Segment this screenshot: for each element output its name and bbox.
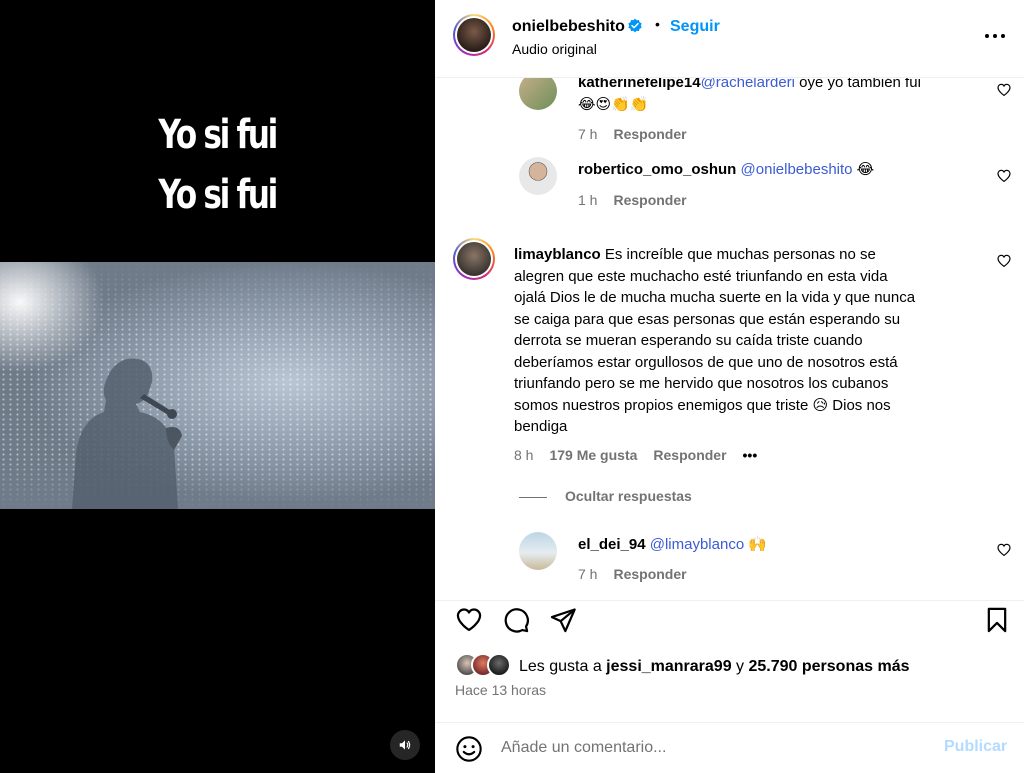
publish-button[interactable]: Publicar — [944, 738, 1007, 756]
likes-middle: y — [731, 658, 749, 675]
bookmark-icon[interactable] — [983, 606, 1011, 634]
comment-username[interactable]: limayblanco — [514, 246, 601, 263]
hide-replies-label: Ocultar respuestas — [565, 488, 692, 504]
comment-meta: 7 h Responder — [578, 126, 703, 142]
comment-username[interactable]: el_dei_94 — [578, 536, 646, 553]
comment-time[interactable]: 8 h — [514, 447, 533, 463]
lyric-line-1: Yo si fui — [158, 112, 278, 158]
comment-line: alegren que este muchacho esté triunfand… — [514, 267, 888, 285]
comment-text: robertico_omo_oshun @onielbebeshito 😂 — [578, 159, 973, 181]
post-panel: onielbebeshito • Seguir Audio original k… — [435, 0, 1024, 773]
add-comment-bar: Publicar — [435, 722, 1024, 773]
comment-username[interactable]: robertico_omo_oshun — [578, 161, 736, 178]
post-header: onielbebeshito • Seguir Audio original — [435, 0, 1024, 78]
comment-line: ojalá Dios le de mucha mucha suerte en l… — [514, 289, 916, 306]
comment-line: se caiga para que esas personas que está… — [514, 310, 901, 328]
lyric-line-2: Yo si fui — [158, 172, 278, 218]
comment-time[interactable]: 7 h — [578, 566, 597, 582]
concert-frame — [0, 262, 435, 509]
audio-label[interactable]: Audio original — [512, 41, 597, 57]
crowd-lights — [0, 262, 435, 509]
comment-line: bendiga — [514, 418, 568, 435]
comment-line: derrota se mueran esperando su caída tri… — [514, 332, 863, 349]
author-avatar[interactable] — [453, 14, 495, 56]
comment-line: Es increíble que muchas personas no se — [604, 246, 876, 263]
likes-prefix: Les gusta a — [519, 658, 607, 675]
comment-text: limayblanco Es increíble que muchas pers… — [514, 244, 984, 438]
comment-body: 😂 — [852, 161, 875, 178]
comment-line: triunfando pero se me hervido que nosotr… — [514, 375, 889, 392]
verified-icon — [628, 18, 642, 33]
reel-video[interactable]: Yo si fui Yo si fui — [0, 0, 435, 773]
comment-meta: 8 h 179 Me gusta Responder ••• — [514, 447, 773, 463]
comment-time[interactable]: 1 h — [578, 192, 597, 208]
comment-like-count[interactable]: 179 Me gusta — [549, 447, 637, 463]
speaker-icon — [399, 740, 411, 750]
heart-icon[interactable] — [996, 253, 1012, 269]
emoji-icon[interactable] — [455, 735, 483, 763]
hide-replies-button[interactable]: Ocultar respuestas — [519, 488, 692, 504]
author-username[interactable]: onielbebeshito — [512, 18, 625, 36]
comment-line: deberíamos estar orgullosos de que uno d… — [514, 353, 898, 371]
follow-button[interactable]: Seguir — [670, 18, 720, 36]
comment-meta: 7 h Responder — [578, 566, 703, 582]
liker-username[interactable]: jessi_manrara99 — [606, 658, 731, 675]
comment-body: 🙌 — [744, 536, 768, 553]
header-separator: • — [655, 16, 660, 32]
reply-button[interactable]: Responder — [613, 126, 686, 142]
likes-summary: Les gusta a jessi_manrara99 y 25.790 per… — [519, 658, 910, 676]
comments-list[interactable]: katherinefelipe14@rachelarderi oye yo ta… — [435, 60, 1024, 600]
commenter-avatar[interactable] — [453, 238, 495, 280]
reply-button[interactable]: Responder — [613, 192, 686, 208]
comment-text: el_dei_94 @limayblanco 🙌 — [578, 534, 973, 556]
heart-icon[interactable] — [996, 168, 1012, 184]
reply-button[interactable]: Responder — [653, 447, 726, 463]
comment-body-line2: 😂😍👏👏 — [578, 95, 649, 113]
liker-avatar — [487, 653, 511, 677]
more-options-icon[interactable] — [983, 26, 1007, 46]
comment-icon[interactable] — [502, 606, 530, 634]
comment-text: katherinefelipe14@rachelarderi oye yo ta… — [578, 72, 973, 115]
mute-toggle-button[interactable] — [390, 730, 420, 760]
comment-mention[interactable]: @limayblanco — [650, 536, 744, 553]
comment-line: somos nuestros propios enemigos que tris… — [514, 396, 891, 414]
replies-divider — [519, 496, 547, 498]
comment-meta: 1 h Responder — [578, 192, 703, 208]
comment-more-button[interactable]: ••• — [743, 447, 758, 463]
heart-icon[interactable] — [996, 82, 1012, 98]
share-icon[interactable] — [549, 606, 577, 634]
heart-icon[interactable] — [455, 606, 483, 634]
comment-input[interactable] — [501, 735, 921, 761]
commenter-avatar[interactable] — [519, 532, 557, 570]
comment-mention[interactable]: @onielbebeshito — [741, 161, 853, 178]
post-actions: Les gusta a jessi_manrara99 y 25.790 per… — [435, 600, 1024, 773]
comment-time[interactable]: 7 h — [578, 126, 597, 142]
likes-count[interactable]: 25.790 personas más — [749, 658, 910, 675]
singer-silhouette — [72, 358, 182, 509]
heart-icon[interactable] — [996, 542, 1012, 558]
commenter-avatar[interactable] — [519, 157, 557, 195]
reply-button[interactable]: Responder — [613, 566, 686, 582]
post-timestamp[interactable]: Hace 13 horas — [455, 682, 546, 698]
